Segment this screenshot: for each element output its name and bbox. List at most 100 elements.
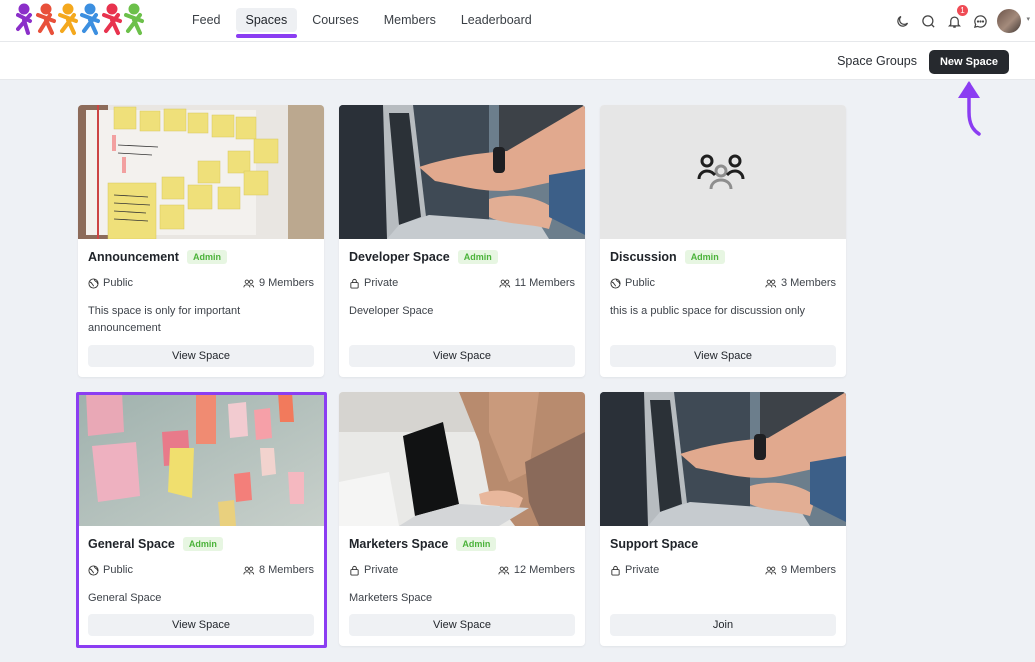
globe-icon [88, 277, 99, 289]
card-title-row: Discussion Admin [610, 250, 725, 264]
card-image [78, 105, 324, 239]
card-title-row: Announcement Admin [88, 250, 227, 264]
view-space-button[interactable]: View Space [349, 614, 575, 636]
privacy-text: Public [625, 277, 655, 289]
admin-badge: Admin [456, 537, 497, 551]
members-text: 12 Members [513, 564, 575, 576]
arrow-up-annotation-icon [958, 81, 981, 136]
top-navigation-bar: Feed Spaces Courses Members Leaderboard … [0, 0, 1035, 42]
search-icon[interactable] [919, 12, 937, 30]
community-logo[interactable] [16, 3, 156, 39]
nav-spaces-label: Spaces [245, 13, 288, 27]
globe-icon [88, 564, 99, 576]
privacy-label: Public [88, 564, 133, 576]
card-title-row: Developer Space Admin [349, 250, 498, 264]
privacy-label: Private [349, 564, 398, 576]
members-count: 8 Members [243, 564, 314, 576]
lock-icon [350, 278, 359, 289]
notification-count-badge: 1 [957, 5, 968, 16]
view-space-button[interactable]: View Space [88, 614, 314, 636]
join-button[interactable]: Join [610, 614, 836, 636]
chat-icon[interactable] [971, 12, 989, 30]
users-icon [243, 566, 255, 574]
nav-courses[interactable]: Courses [302, 0, 369, 40]
members-count: 12 Members [498, 564, 575, 576]
lock-icon [611, 565, 620, 576]
card-title-row: Support Space [610, 537, 698, 551]
view-space-button[interactable]: View Space [610, 345, 836, 367]
card-title-row: General Space Admin [88, 537, 223, 551]
members-count: 3 Members [765, 277, 836, 289]
card-image [339, 105, 585, 239]
moon-icon[interactable] [893, 12, 911, 30]
new-space-button[interactable]: New Space [929, 50, 1009, 74]
group-placeholder-icon [697, 154, 745, 190]
main-nav: Feed Spaces Courses Members Leaderboard [182, 0, 547, 42]
header-actions: 1 ▾ [885, 0, 1030, 42]
members-count: 9 Members [765, 564, 836, 576]
privacy-text: Private [364, 564, 399, 576]
space-card-announcement: Announcement Admin Public 9 Members This… [78, 105, 324, 377]
nav-feed[interactable]: Feed [182, 0, 231, 40]
space-card-support: Support Space Private 9 Members Join [600, 392, 846, 646]
space-title[interactable]: Announcement [88, 250, 179, 264]
privacy-label: Public [88, 277, 133, 289]
nav-feed-label: Feed [192, 13, 221, 27]
space-title[interactable]: Support Space [610, 537, 698, 551]
privacy-text: Private [625, 564, 660, 576]
card-image [78, 392, 324, 526]
chevron-down-icon: ▾ [1026, 16, 1030, 23]
space-card-marketers: Marketers Space Admin Private 12 Members… [339, 392, 585, 646]
globe-icon [610, 277, 621, 289]
users-icon [765, 279, 777, 287]
admin-badge: Admin [186, 250, 227, 264]
nav-spaces[interactable]: Spaces [235, 0, 298, 40]
space-title[interactable]: Discussion [610, 250, 677, 264]
users-icon [499, 279, 510, 287]
lock-icon [350, 565, 359, 576]
space-description: Developer Space [349, 305, 434, 317]
members-text: 9 Members [780, 564, 836, 576]
space-groups-link[interactable]: Space Groups [837, 54, 917, 68]
space-card-general: General Space Admin Public 8 Members Gen… [78, 392, 324, 646]
card-title-row: Marketers Space Admin [349, 537, 497, 551]
user-avatar[interactable]: ▾ [997, 9, 1030, 33]
nav-courses-label: Courses [312, 13, 359, 27]
members-text: 9 Members [258, 277, 314, 289]
space-title[interactable]: Marketers Space [349, 537, 448, 551]
privacy-text: Public [103, 564, 133, 576]
privacy-label: Public [610, 277, 655, 289]
bell-icon[interactable]: 1 [945, 5, 968, 30]
members-text: 8 Members [258, 564, 314, 576]
users-icon [765, 566, 777, 574]
users-icon [498, 566, 510, 574]
admin-badge: Admin [457, 250, 498, 264]
card-image [600, 392, 846, 526]
members-text: 3 Members [780, 277, 836, 289]
privacy-label: Private [610, 564, 659, 576]
view-space-button[interactable]: View Space [349, 345, 575, 367]
members-text: 11 Members [514, 277, 575, 289]
spaces-toolbar: Space Groups New Space [0, 42, 1035, 80]
space-description: this is a public space for discussion on… [610, 305, 806, 317]
space-description: This space is only for important announc… [88, 305, 241, 334]
admin-badge: Admin [182, 537, 223, 551]
admin-badge: Admin [684, 250, 725, 264]
space-description: Marketers Space [349, 592, 433, 604]
nav-leaderboard-label: Leaderboard [460, 13, 532, 27]
space-description: General Space [88, 592, 162, 604]
members-count: 9 Members [243, 277, 314, 289]
privacy-text: Private [364, 277, 399, 289]
privacy-label: Private [349, 277, 398, 289]
members-count: 11 Members [499, 277, 575, 289]
space-title[interactable]: General Space [88, 537, 175, 551]
space-title[interactable]: Developer Space [349, 250, 450, 264]
nav-members[interactable]: Members [374, 0, 446, 40]
space-card-developer: Developer Space Admin Private 11 Members… [339, 105, 585, 377]
privacy-text: Public [103, 277, 133, 289]
view-space-button[interactable]: View Space [88, 345, 314, 367]
users-icon [243, 279, 255, 287]
card-image-placeholder [600, 105, 846, 239]
space-card-discussion: Discussion Admin Public 3 Members this i… [600, 105, 846, 377]
nav-leaderboard[interactable]: Leaderboard [451, 0, 542, 40]
